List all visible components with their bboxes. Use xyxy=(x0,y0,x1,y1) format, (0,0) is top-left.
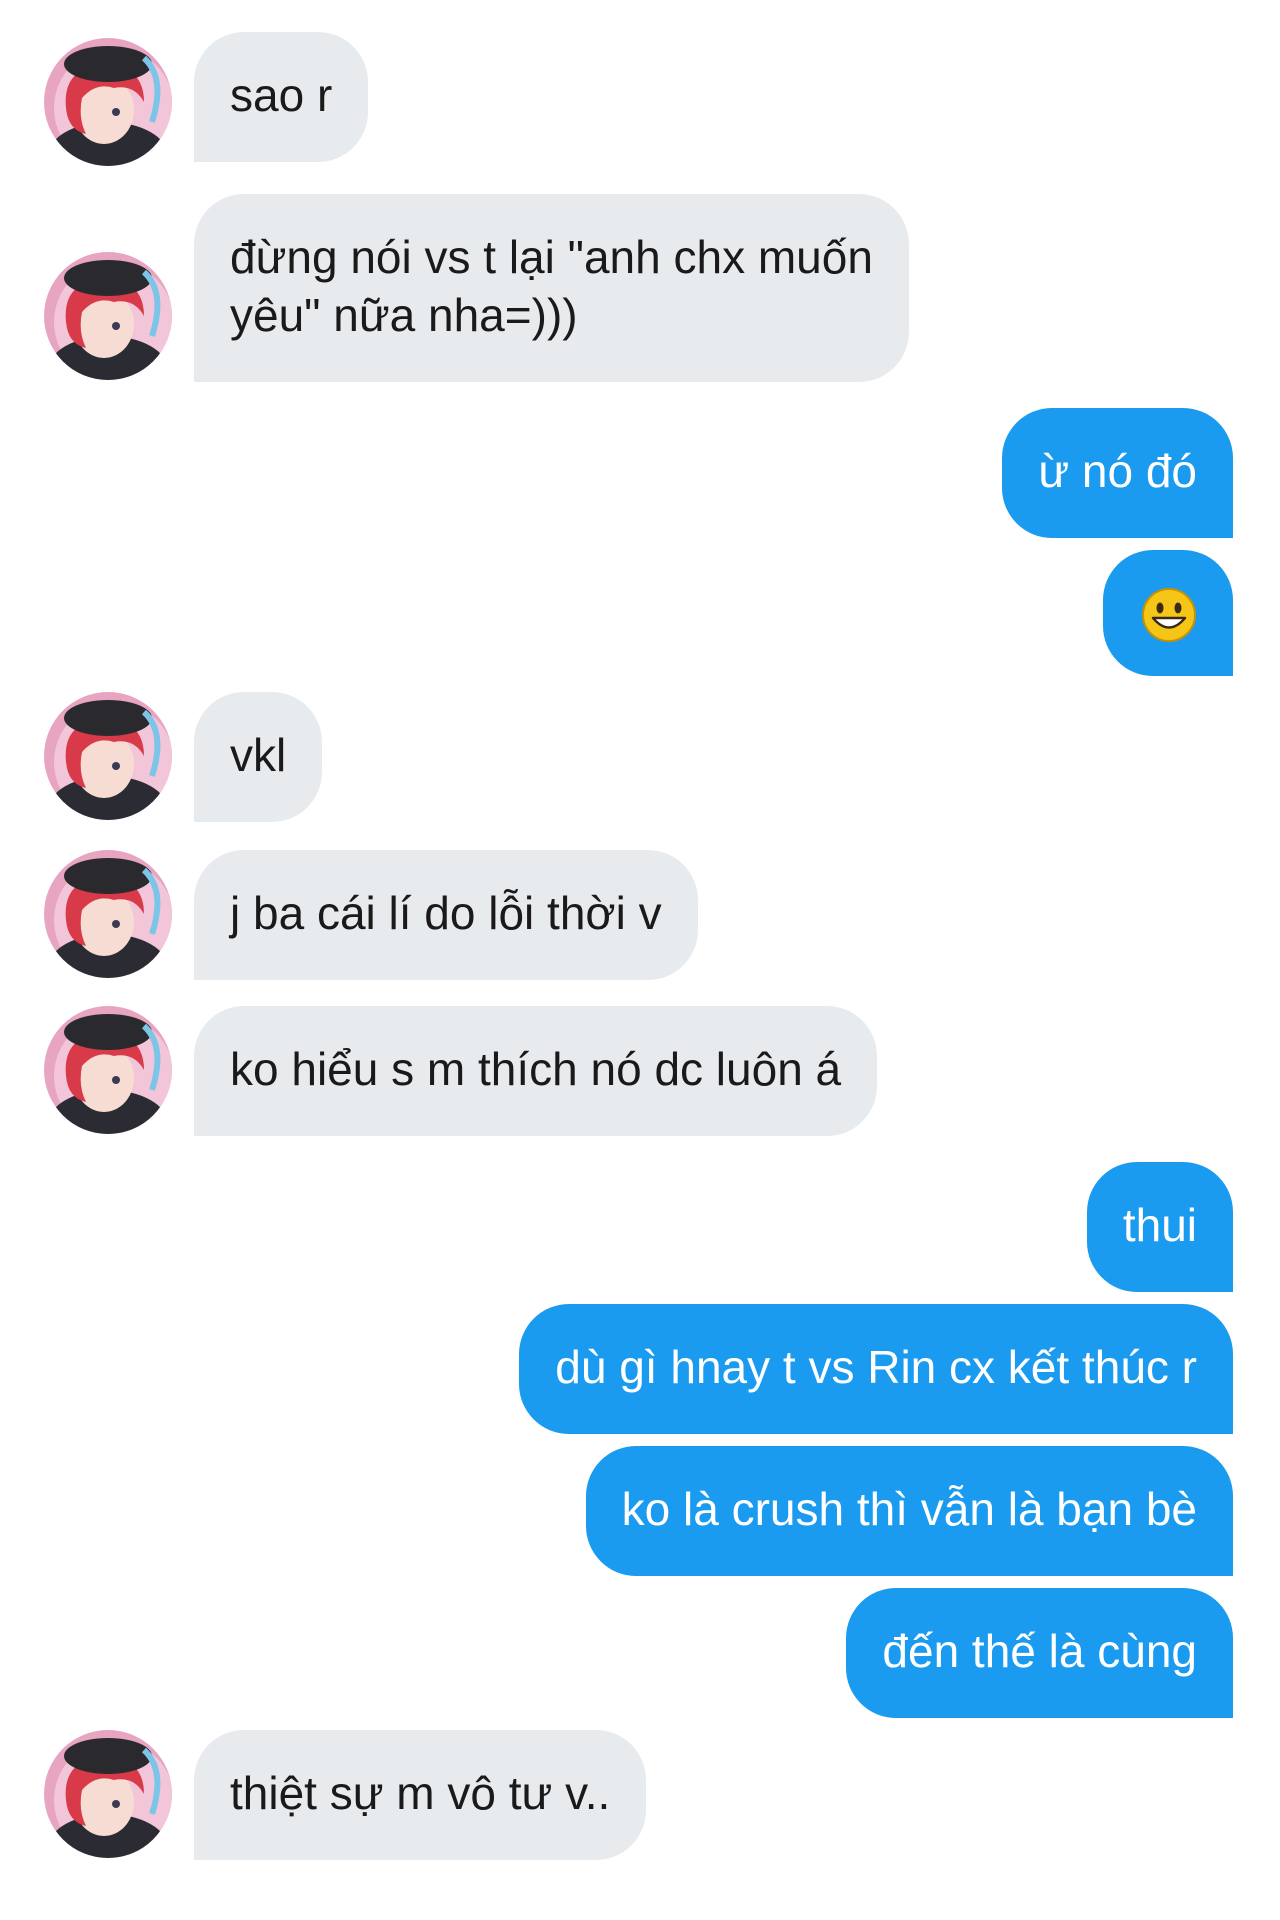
incoming-message-bubble[interactable]: thiệt sự m vô tư v.. xyxy=(194,1730,647,1860)
outgoing-message-bubble[interactable]: thui xyxy=(1086,1162,1233,1292)
contact-avatar[interactable] xyxy=(44,1730,172,1858)
contact-avatar[interactable] xyxy=(44,1006,172,1134)
avatar-icon xyxy=(44,850,172,978)
outgoing-message-bubble[interactable]: dù gì hnay t vs Rin cx kết thúc r xyxy=(519,1304,1233,1434)
outgoing-emoji-bubble[interactable] xyxy=(1103,550,1233,676)
avatar-icon xyxy=(44,252,172,380)
avatar-icon xyxy=(44,1730,172,1858)
avatar-icon xyxy=(44,38,172,166)
contact-avatar[interactable] xyxy=(44,252,172,380)
contact-avatar[interactable] xyxy=(44,692,172,820)
avatar-icon xyxy=(44,692,172,820)
incoming-message-bubble[interactable]: sao r xyxy=(194,32,369,162)
incoming-message-bubble[interactable]: ko hiểu s m thích nó dc luôn á xyxy=(194,1006,878,1136)
outgoing-message-bubble[interactable]: đến thế là cùng xyxy=(846,1588,1233,1718)
avatar-icon xyxy=(44,1006,172,1134)
incoming-message-bubble[interactable]: vkl xyxy=(194,692,323,822)
contact-avatar[interactable] xyxy=(44,850,172,978)
incoming-message-bubble[interactable]: đừng nói vs t lại "anh chx muốn yêu" nữa… xyxy=(194,194,909,382)
contact-avatar[interactable] xyxy=(44,38,172,166)
outgoing-message-bubble[interactable]: ko là crush thì vẫn là bạn bè xyxy=(585,1446,1233,1576)
outgoing-message-bubble[interactable]: ừ nó đó xyxy=(1002,408,1233,538)
incoming-message-bubble[interactable]: j ba cái lí do lỗi thời v xyxy=(194,850,698,980)
grinning-face-emoji-icon xyxy=(1142,588,1196,642)
